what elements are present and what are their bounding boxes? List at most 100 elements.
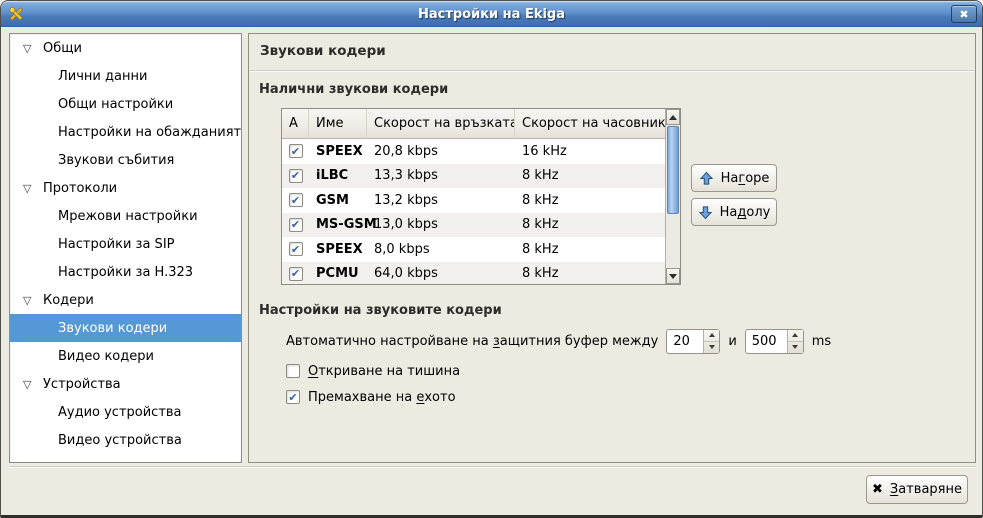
audio-codecs-page: Звукови кодери Налични звукови кодери A … — [248, 33, 976, 463]
check-icon: ✔ — [291, 170, 300, 181]
sidebar-item-protocols-group[interactable]: ▽ Протоколи — [10, 174, 241, 202]
codec-clock-rate: 8 kHz — [515, 193, 667, 208]
jitter-max-spinner — [745, 329, 804, 354]
preferences-tree: ▽ Общи Лични данни Общи настройки Настро… — [9, 33, 242, 463]
codec-bandwidth: 20,8 kbps — [367, 144, 515, 159]
expander-icon[interactable]: ▽ — [23, 294, 43, 307]
silence-detection-label: Откриване на тишина — [308, 364, 460, 379]
check-icon: ✔ — [288, 392, 297, 403]
sidebar-item-call-options[interactable]: Настройки на обажданията — [10, 118, 241, 146]
codec-name: SPEEX — [309, 242, 367, 257]
sidebar-item-label: Мрежови настройки — [58, 209, 198, 224]
check-icon: ✔ — [291, 146, 300, 157]
sidebar-item-audio-devices[interactable]: Аудио устройства — [10, 398, 241, 426]
spinner-down-button[interactable] — [788, 341, 803, 353]
sidebar-item-label: Общи настройки — [58, 97, 173, 112]
table-row[interactable]: ✔ SPEEX 8,0 kbps 8 kHz — [282, 237, 680, 262]
codec-name: SPEEX — [309, 144, 367, 159]
sidebar-item-label: Кодери — [43, 293, 94, 308]
codec-enabled-checkbox[interactable]: ✔ — [289, 267, 303, 281]
silence-detection-row[interactable]: Откриване на тишина — [286, 362, 460, 380]
column-header-bandwidth[interactable]: Скорост на връзката — [367, 109, 515, 139]
scroll-down-button[interactable] — [666, 268, 680, 284]
column-header-active[interactable]: A — [282, 109, 309, 139]
codec-enabled-checkbox[interactable]: ✔ — [289, 218, 303, 232]
codec-bandwidth: 8,0 kbps — [367, 242, 515, 257]
sidebar-item-audio-codecs[interactable]: Звукови кодери — [10, 314, 241, 342]
sidebar-item-h323-settings[interactable]: Настройки за H.323 — [10, 258, 241, 286]
codec-enabled-checkbox[interactable]: ✔ — [289, 193, 303, 207]
table-row[interactable]: ✔ iLBC 13,3 kbps 8 kHz — [282, 164, 680, 189]
sidebar-item-sound-events[interactable]: Звукови събития — [10, 146, 241, 174]
sidebar-item-general-group[interactable]: ▽ Общи — [10, 34, 241, 62]
spinner-down-button[interactable] — [704, 341, 719, 353]
codec-enabled-checkbox[interactable]: ✔ — [289, 242, 303, 256]
table-row[interactable]: ✔ PCMU 64,0 kbps 8 kHz — [282, 262, 680, 286]
move-up-label: Нагоре — [721, 171, 770, 186]
codec-settings-section-title: Настройки на звуковите кодери — [259, 303, 502, 318]
jitter-max-input[interactable] — [747, 331, 786, 352]
move-down-label: Надолу — [720, 205, 771, 220]
table-row[interactable]: ✔ GSM 13,2 kbps 8 kHz — [282, 188, 680, 213]
spinner-buttons — [703, 330, 719, 353]
sidebar-item-sip-settings[interactable]: Настройки за SIP — [10, 230, 241, 258]
sidebar-item-general-settings[interactable]: Общи настройки — [10, 90, 241, 118]
preferences-window: Настройки на Ekiga ✖ ▽ Общи Лични данни … — [0, 0, 983, 518]
column-header-clock[interactable]: Скорост на часовника — [515, 109, 667, 139]
triangle-up-icon — [709, 333, 715, 337]
jitter-min-input[interactable] — [668, 331, 702, 352]
jitter-unit-label: ms — [812, 334, 831, 349]
echo-cancellation-label: Премахване на ехото — [308, 390, 456, 405]
triangle-down-icon — [792, 345, 798, 349]
footer-separator — [9, 466, 976, 468]
codec-clock-rate: 8 kHz — [515, 266, 667, 281]
codec-bandwidth: 13,3 kbps — [367, 168, 515, 183]
expander-icon[interactable]: ▽ — [23, 378, 43, 391]
table-row[interactable]: ✔ SPEEX 20,8 kbps 16 kHz — [282, 139, 680, 164]
spinner-up-button[interactable] — [788, 330, 803, 341]
sidebar-item-network-settings[interactable]: Мрежови настройки — [10, 202, 241, 230]
codec-table: A Име Скорост на връзката Скорост на час… — [281, 108, 681, 285]
close-dialog-button[interactable]: ✖ Затваряне — [866, 475, 968, 504]
check-icon: ✔ — [291, 219, 300, 230]
scroll-up-button[interactable] — [666, 109, 680, 125]
titlebar-close-button[interactable]: ✖ — [951, 5, 977, 23]
sidebar-item-label: Аудио устройства — [58, 405, 182, 420]
sidebar-item-personal-data[interactable]: Лични данни — [10, 62, 241, 90]
sidebar-item-label: Общи — [43, 41, 82, 56]
scrollbar-thumb[interactable] — [667, 126, 679, 214]
check-icon: ✔ — [291, 244, 300, 255]
echo-cancellation-row[interactable]: ✔ Премахване на ехото — [286, 388, 456, 406]
codec-enabled-checkbox[interactable]: ✔ — [289, 169, 303, 183]
expander-icon[interactable]: ▽ — [23, 182, 43, 195]
codec-clock-rate: 8 kHz — [515, 242, 667, 257]
sidebar-item-label: Настройки на обажданията — [58, 125, 242, 140]
sidebar-item-codecs-group[interactable]: ▽ Кодери — [10, 286, 241, 314]
jitter-buffer-label: Автоматично настройване на защитния буфе… — [286, 334, 658, 349]
codec-name: PCMU — [309, 266, 367, 281]
sidebar-item-label: Протоколи — [43, 181, 117, 196]
sidebar-item-devices-group[interactable]: ▽ Устройства — [10, 370, 241, 398]
move-up-button[interactable]: Нагоре — [691, 164, 777, 192]
table-row[interactable]: ✔ MS-GSM 13,0 kbps 8 kHz — [282, 213, 680, 238]
check-icon: ✔ — [291, 195, 300, 206]
titlebar[interactable]: Настройки на Ekiga ✖ — [1, 1, 982, 27]
expander-icon[interactable]: ▽ — [23, 42, 43, 55]
codec-bandwidth: 13,2 kbps — [367, 193, 515, 208]
vertical-scrollbar[interactable] — [665, 109, 680, 284]
column-header-name[interactable]: Име — [309, 109, 367, 139]
up-arrow-icon — [699, 171, 714, 186]
codec-enabled-checkbox[interactable]: ✔ — [289, 144, 303, 158]
move-down-button[interactable]: Надолу — [691, 198, 777, 226]
sidebar-item-label: Устройства — [43, 377, 121, 392]
codec-name: iLBC — [309, 168, 367, 183]
sidebar-item-label: Звукови кодери — [58, 321, 167, 336]
codec-clock-rate: 8 kHz — [515, 217, 667, 232]
sidebar-item-video-devices[interactable]: Видео устройства — [10, 426, 241, 454]
sidebar-item-video-codecs[interactable]: Видео кодери — [10, 342, 241, 370]
echo-cancellation-checkbox[interactable]: ✔ — [286, 390, 300, 404]
spinner-up-button[interactable] — [704, 330, 719, 341]
silence-detection-checkbox[interactable] — [286, 364, 300, 378]
codec-name: MS-GSM — [309, 217, 367, 232]
check-icon: ✔ — [291, 268, 300, 279]
